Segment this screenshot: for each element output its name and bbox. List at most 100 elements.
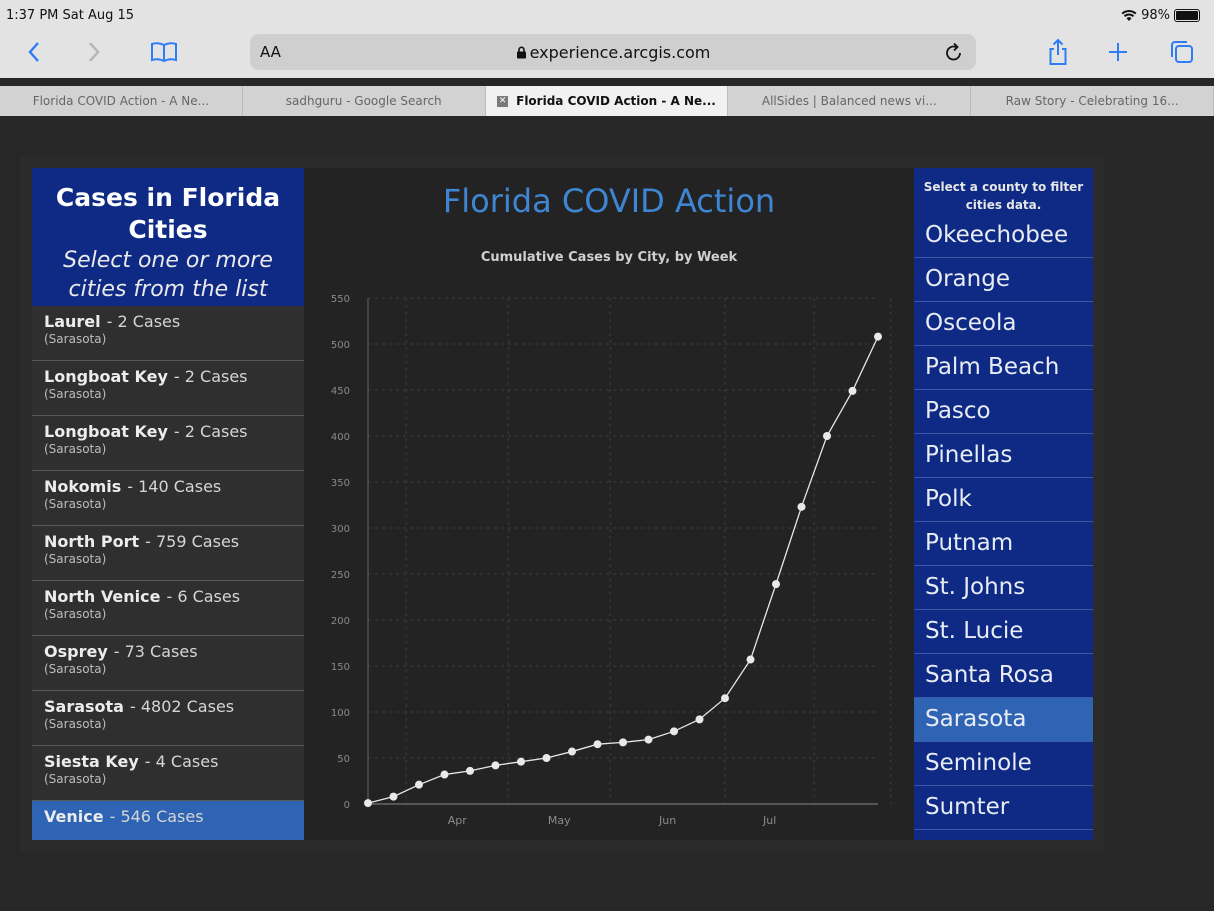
address-bar[interactable]: AA experience.arcgis.com (250, 34, 976, 70)
city-county: (Sarasota) (44, 717, 107, 731)
data-point (364, 799, 372, 808)
tab-label: Raw Story - Celebrating 16... (1005, 94, 1179, 108)
data-point (619, 738, 627, 747)
url-display[interactable]: experience.arcgis.com (250, 43, 976, 62)
county-list-item[interactable]: Seminole (914, 742, 1093, 786)
lock-icon (516, 46, 526, 59)
data-point (542, 754, 551, 762)
city-list-item[interactable]: North Venice - 6 Cases (Sarasota) (32, 581, 304, 636)
x-tick-label: Apr (448, 814, 468, 827)
county-list-item[interactable]: Orange (914, 258, 1093, 302)
status-right: 98% (1121, 8, 1200, 23)
data-point (440, 770, 449, 779)
city-name: Laurel (44, 312, 101, 331)
data-point (797, 502, 806, 511)
x-tick-label: Jul (762, 814, 776, 827)
data-point (746, 655, 755, 664)
city-list-item[interactable]: Nokomis - 140 Cases (Sarasota) (32, 471, 304, 526)
tab-bar: Florida COVID Action - A Ne... sadhguru -… (0, 86, 1214, 116)
county-list-item[interactable]: Pasco (914, 390, 1093, 434)
reload-icon[interactable] (944, 41, 964, 63)
browser-toolbar: AA experience.arcgis.com (0, 28, 1214, 78)
y-tick-label: 350 (331, 478, 350, 489)
city-county: (Sarasota) (44, 332, 107, 346)
city-list-item[interactable]: Longboat Key - 2 Cases (Sarasota) (32, 416, 304, 471)
city-county: (Sarasota) (44, 662, 107, 676)
back-icon (28, 42, 39, 62)
city-case-count: - 73 Cases (113, 642, 198, 661)
city-list-item[interactable]: North Port - 759 Cases (Sarasota) (32, 526, 304, 581)
city-case-count: - 6 Cases (166, 587, 241, 606)
series-line (367, 336, 879, 804)
city-list-item[interactable]: Siesta Key - 4 Cases (Sarasota) (32, 746, 304, 801)
city-name: Sarasota (44, 697, 124, 716)
tabs-overview-button[interactable] (1164, 34, 1200, 70)
tabs-overview-icon (1171, 41, 1193, 63)
browser-tab[interactable]: sadhguru - Google Search (243, 86, 486, 116)
city-county: (Sarasota) (44, 442, 107, 456)
browser-tab[interactable]: AllSides | Balanced news vi... (728, 86, 972, 116)
city-name: Venice (44, 807, 104, 826)
city-list-item[interactable]: Longboat Key - 2 Cases (Sarasota) (32, 361, 304, 416)
tab-label: Florida COVID Action - A Ne... (32, 94, 210, 108)
y-tick-label: 200 (331, 616, 350, 627)
cities-panel-subtitle: Select one or more cities from the list (63, 248, 273, 302)
data-point (695, 715, 704, 724)
city-case-count: - 140 Cases (127, 477, 222, 496)
y-tick-label: 250 (331, 570, 350, 581)
close-tab-icon[interactable]: ✕ (497, 95, 509, 107)
y-tick-label: 300 (331, 524, 350, 535)
back-button[interactable] (16, 34, 52, 70)
share-icon (1049, 38, 1067, 65)
city-case-count: - 759 Cases (145, 532, 240, 551)
bookmarks-button[interactable] (146, 34, 182, 70)
city-name: North Port (44, 532, 140, 551)
city-case-count: - 2 Cases (106, 312, 181, 331)
data-point (772, 580, 780, 589)
data-point (823, 432, 831, 440)
city-list-item[interactable]: Osprey - 73 Cases (Sarasota) (32, 636, 304, 691)
city-list-item[interactable]: Laurel - 2 Cases (Sarasota) (32, 306, 304, 361)
new-tab-icon (1109, 43, 1127, 61)
browser-tab[interactable]: Florida COVID Action - A Ne... (0, 86, 243, 116)
y-tick-label: 150 (331, 662, 350, 673)
url-text: experience.arcgis.com (529, 43, 711, 62)
county-list-item[interactable]: Okeechobee (914, 214, 1093, 258)
browser-tab[interactable]: ✕ Florida COVID Action - A Ne... (485, 86, 729, 116)
data-point (848, 386, 857, 395)
county-list: Okeechobee Orange Osceola Palm Beach Pasco Pi… (914, 214, 1093, 830)
y-tick-label: 500 (331, 340, 350, 351)
bookmarks-icon (151, 42, 177, 63)
wifi-icon (1121, 9, 1137, 21)
county-list-item[interactable]: Putnam (914, 522, 1093, 566)
county-list-item[interactable]: Osceola (914, 302, 1093, 346)
county-list-item[interactable]: Santa Rosa (914, 654, 1093, 698)
data-point (568, 747, 576, 756)
y-tick-label: 50 (337, 754, 350, 765)
y-tick-label: 100 (331, 708, 350, 719)
county-list-item[interactable]: Polk (914, 478, 1093, 522)
city-list-item[interactable]: Venice - 546 Cases (32, 801, 304, 840)
county-list-item[interactable]: Palm Beach (914, 346, 1093, 390)
new-tab-button[interactable] (1100, 34, 1136, 70)
data-point (644, 735, 653, 744)
county-panel: Select a county to filter cities data. O… (914, 168, 1093, 840)
share-button[interactable] (1040, 34, 1076, 70)
city-list-item[interactable]: Sarasota - 4802 Cases (Sarasota) (32, 691, 304, 746)
city-name: Siesta Key (44, 752, 139, 771)
county-list-item[interactable]: Pinellas (914, 434, 1093, 478)
browser-tab[interactable]: Raw Story - Celebrating 16... (971, 86, 1214, 116)
forward-button[interactable] (76, 34, 112, 70)
county-list-item[interactable]: St. Johns (914, 566, 1093, 610)
city-case-count: - 4802 Cases (129, 697, 235, 716)
county-list-item[interactable]: Sumter (914, 786, 1093, 830)
city-county: (Sarasota) (44, 387, 107, 401)
city-county: (Sarasota) (44, 772, 107, 786)
battery-icon (1174, 9, 1200, 22)
city-county: (Sarasota) (44, 552, 107, 566)
data-point (491, 761, 500, 770)
county-list-item[interactable]: Sarasota (914, 698, 1093, 742)
county-list-item[interactable]: St. Lucie (914, 610, 1093, 654)
data-point (874, 332, 882, 341)
y-tick-label: 400 (331, 432, 350, 443)
